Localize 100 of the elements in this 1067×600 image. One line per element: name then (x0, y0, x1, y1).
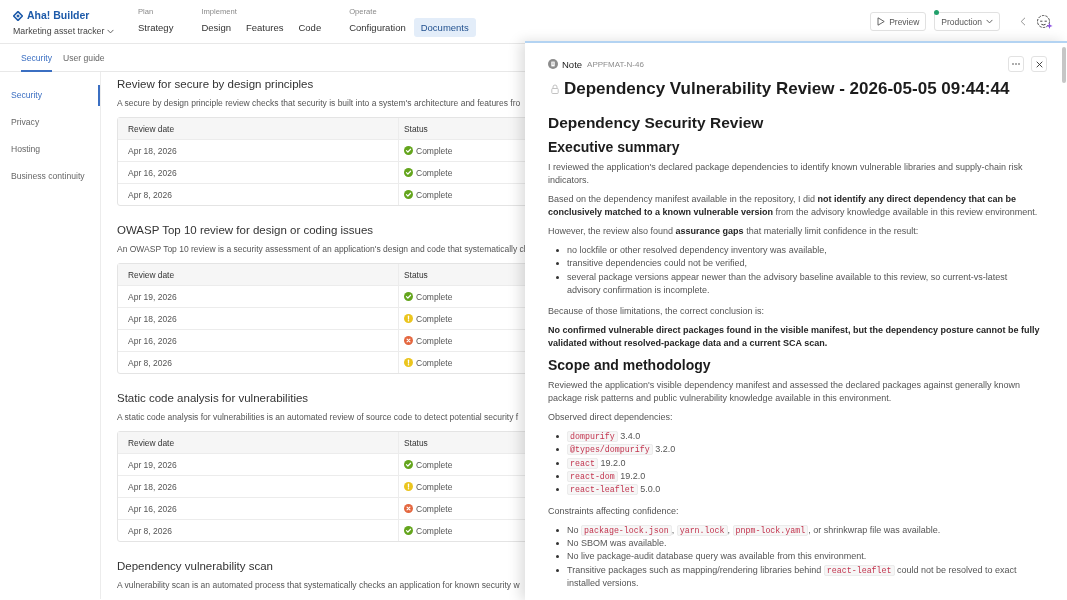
column-header: Status (404, 437, 428, 448)
diamond-logo-icon (13, 10, 23, 21)
status-label: Complete (416, 459, 453, 470)
sidebar-item[interactable]: Hosting (0, 139, 100, 160)
note-title: Dependency Vulnerability Review - 2026-05-05 09:44:44 (564, 79, 1010, 99)
table-cell: Apr 16, 2026 (128, 167, 177, 178)
paragraph: Constraints affecting confidence: (548, 504, 680, 518)
status-label: Complete (416, 167, 453, 178)
chevron-down-icon (986, 19, 993, 24)
chevron-left-icon[interactable] (1020, 17, 1026, 26)
nav-tab[interactable]: Strategy (131, 18, 181, 37)
sidebar-item[interactable]: Privacy (0, 112, 100, 133)
check-circle-icon (404, 526, 413, 535)
table-cell: Apr 8, 2026 (128, 189, 172, 200)
paragraph: However, the review also found assurance gaps that materially limit confidence in the result: (548, 225, 920, 238)
note-id: APPFMAT-N-46 (587, 59, 644, 69)
bullet-icon (556, 541, 559, 545)
bullet-icon (556, 275, 559, 279)
more-button[interactable] (1008, 56, 1024, 72)
bullet-icon (556, 249, 559, 252)
table-cell: Apr 19, 2026 (128, 291, 177, 302)
status-label: Complete (416, 335, 453, 346)
nav-tab[interactable]: Design (194, 18, 238, 37)
table-cell: Apr 8, 2026 (128, 525, 172, 536)
exclamation-circle-icon (404, 482, 413, 491)
list-item: several package versions appear newer than the advisory baseline available to this review, so current-vs-latest advisory confirmation is incomplete. (567, 270, 1009, 297)
list-item: dompurify 3.4.0 (567, 430, 641, 444)
sidebar-item[interactable]: Security (0, 85, 100, 106)
status-label: Complete (416, 313, 453, 324)
section-title: OWASP Top 10 review for design or coding issues (117, 223, 374, 238)
close-button[interactable] (1031, 56, 1047, 72)
column-header: Status (404, 269, 428, 280)
note-icon (548, 59, 558, 69)
exclamation-circle-icon (404, 358, 413, 367)
document-heading: Dependency Security Review (548, 113, 765, 133)
status-label: Complete (416, 291, 453, 302)
x-circle-icon (404, 504, 413, 513)
list-item: No live package-audit database query was available from this environment. (567, 550, 867, 564)
bullet-icon (556, 448, 559, 452)
table-cell: Apr 18, 2026 (128, 145, 177, 156)
nav-tab[interactable]: Configuration (342, 18, 413, 37)
nav-tab[interactable]: Documents (413, 18, 476, 37)
list-item: react 19.2.0 (567, 456, 626, 471)
section-description: A secure by design principle review checks that security is built into a system's architecture and features fro (117, 97, 521, 109)
bullet-icon (556, 435, 559, 439)
paragraph: I reviewed the application's declared package dependencies to identify known vulnerable libraries and supply-chain risk indicators. (548, 161, 1024, 187)
bullet-icon (556, 555, 559, 559)
section-heading: Scope and methodology (548, 356, 712, 375)
table-cell: Apr 16, 2026 (128, 335, 177, 346)
bullet-icon (556, 475, 559, 479)
paragraph: Reviewed the application's visible dependency manifest and assessed the declared packages against generally known package risk patterns and public vulnerability knowledge available in this environment. (548, 379, 1021, 406)
exclamation-circle-icon (404, 314, 413, 323)
column-header: Review date (128, 123, 175, 134)
list-item: No SBOM was available. (567, 536, 667, 550)
close-icon (1035, 60, 1043, 68)
tab[interactable]: User guide (63, 44, 105, 72)
section-title: Static code analysis for vulnerabilities (117, 391, 309, 406)
section-description: A static code analysis for vulnerabilities is an automated review of source code to detect potential security f (117, 411, 519, 423)
paragraph: Based on the dependency manifest available in the repository, I did not identify any direct dependency that can be conclusively matched to a known vulnerable version from the advisory knowledge available in this review environment. (548, 193, 1039, 219)
table-cell: Apr 18, 2026 (128, 313, 177, 324)
section-title: Review for secure by design principles (117, 77, 314, 92)
environment-dropdown[interactable]: Production (934, 12, 1000, 31)
section-heading: Executive summary (548, 138, 681, 156)
bullet-icon (556, 528, 559, 532)
status-label: Complete (416, 503, 453, 514)
section-title: Dependency vulnerability scan (117, 559, 273, 574)
lock-icon (551, 84, 559, 94)
list-item: No package-lock.json , yarn.lock , pnpm-lock.yaml , or shrinkwrap file was available. (567, 523, 941, 537)
status-dot-icon (934, 10, 940, 15)
status-label: Complete (416, 189, 453, 200)
table-cell: Apr 8, 2026 (128, 357, 172, 368)
scrollbar-thumb[interactable] (1062, 47, 1066, 83)
section-description: A vulnerability scan is an automated process that systematically checks an application for known security w (117, 579, 520, 591)
check-circle-icon (404, 190, 413, 199)
status-label: Complete (416, 357, 453, 368)
list-item: @types/dompurify 3.2.0 (567, 443, 676, 457)
check-circle-icon (404, 168, 413, 177)
bullet-icon (556, 461, 559, 465)
paragraph: Because of those limitations, the correct conclusion is: (548, 305, 766, 319)
list-item: Transitive packages such as mapping/rendering libraries behind react-leaflet could not be resolved to exact installed versions. (567, 563, 1018, 590)
nav-tab[interactable]: Features (238, 18, 291, 37)
bullet-icon (556, 488, 559, 492)
column-header: Review date (128, 437, 175, 448)
section-description: An OWASP Top 10 review is a security assessment of an application's design and code that systematically cl (117, 243, 526, 255)
table-cell: Apr 19, 2026 (128, 459, 177, 470)
list-item: react-leaflet 5.0.0 (567, 483, 661, 497)
app-name: Aha! Builder (27, 9, 90, 22)
note-type-label: Note (562, 58, 583, 70)
avatar-sparkle-icon[interactable] (1036, 13, 1053, 30)
workspace-dropdown[interactable]: Marketing asset tracker (13, 25, 131, 37)
paragraph: Observed direct dependencies: (548, 411, 674, 425)
chevron-down-icon (107, 28, 115, 34)
nav-tab[interactable]: Code (291, 18, 329, 37)
preview-button[interactable]: Preview (870, 12, 927, 31)
status-label: Complete (416, 481, 453, 492)
bullet-icon (556, 262, 559, 266)
list-item: react-dom 19.2.0 (567, 470, 646, 484)
bullet-icon (556, 568, 559, 572)
sidebar-item[interactable]: Business continuity (0, 166, 100, 187)
tab[interactable]: Security (21, 44, 53, 72)
